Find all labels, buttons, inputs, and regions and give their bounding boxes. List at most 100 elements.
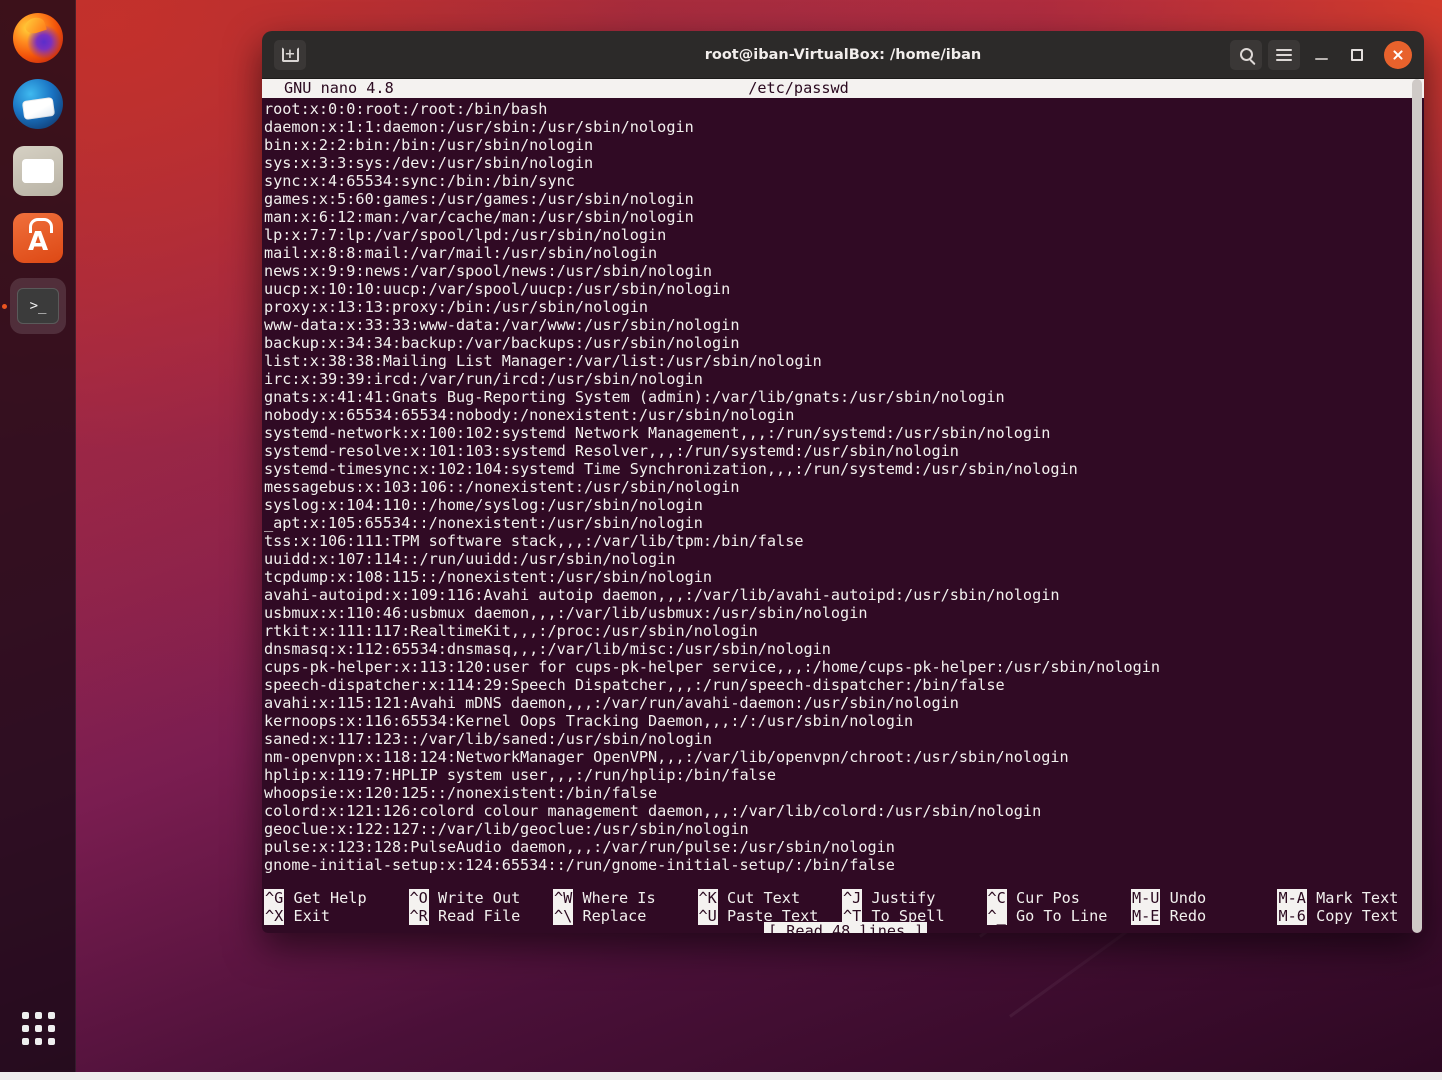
nano-line: speech-dispatcher:x:114:29:Speech Dispat… (264, 676, 1005, 694)
nano-line: systemd-resolve:x:101:103:systemd Resolv… (264, 442, 959, 460)
nano-shortcut-key: M-E (1131, 907, 1161, 925)
nano-shortcut-where-is[interactable]: ^W Where Is (553, 889, 698, 907)
thunderbird-icon (13, 79, 63, 129)
dock-item-thunderbird[interactable] (10, 76, 66, 132)
nano-line: systemd-timesync:x:102:104:systemd Time … (264, 460, 1078, 478)
nano-filename-label: /etc/passwd (748, 79, 849, 97)
nano-shortcut-key: M-6 (1277, 907, 1307, 925)
grid-dot-icon (47, 1011, 55, 1019)
nano-shortcut-label: Undo (1160, 889, 1207, 907)
search-icon (1239, 48, 1253, 61)
nano-version-label: GNU nano 4.8 (284, 79, 394, 97)
nano-shortcut-label: Replace (573, 907, 647, 925)
nano-shortcut-label: Read File (428, 907, 521, 925)
nano-shortcut-label: Redo (1160, 907, 1207, 925)
nano-shortcut-cur-pos[interactable]: ^C Cur Pos (986, 889, 1132, 907)
folder-icon (13, 146, 63, 196)
nano-shortcut-column: ^G Get Help ^X Exit (264, 889, 409, 925)
nano-shortcut-copy-text[interactable]: M-6 Copy Text (1277, 907, 1423, 925)
terminal-icon: >_ (17, 288, 59, 324)
nano-shortcut-column: ^W Where Is ^\ Replace (553, 889, 698, 925)
nano-line: uucp:x:10:10:uucp:/var/spool/uucp:/usr/s… (264, 280, 731, 298)
nano-shortcut-column: ^C Cur Pos ^_ Go To Line (986, 889, 1132, 925)
nano-shortcut-label: Mark Text (1306, 889, 1399, 907)
terminal-window: root@iban-VirtualBox: /home/iban (262, 31, 1424, 933)
terminal-scrollbar[interactable] (1410, 79, 1424, 933)
nano-line: avahi:x:115:121:Avahi mDNS daemon,,,:/va… (264, 694, 959, 712)
nano-shortcut-exit[interactable]: ^X Exit (264, 907, 409, 925)
nano-shortcut-paste-text[interactable]: ^U Paste Text (697, 907, 843, 925)
nano-shortcut-key: M-A (1277, 889, 1307, 907)
nano-shortcut-get-help[interactable]: ^G Get Help (264, 889, 409, 907)
nano-line: messagebus:x:103:106::/nonexistent:/usr/… (264, 478, 740, 496)
nano-line: geoclue:x:122:127::/var/lib/geoclue:/usr… (264, 820, 749, 838)
nano-shortcut-justify[interactable]: ^J Justify (842, 889, 987, 907)
nano-shortcut-column: M-A Mark Text M-6 Copy Text (1277, 889, 1423, 925)
new-tab-button[interactable] (274, 39, 306, 70)
dock-item-terminal[interactable]: >_ (2, 278, 66, 334)
nano-shortcut-undo[interactable]: M-U Undo (1131, 889, 1277, 907)
nano-shortcut-key: ^O (408, 889, 429, 907)
nano-shortcut-key: M-U (1131, 889, 1161, 907)
grid-dot-icon (34, 1024, 42, 1032)
maximize-icon (1351, 48, 1363, 61)
nano-shortcut-column: M-U Undo M-E Redo (1131, 889, 1277, 925)
nano-shortcut-to-spell[interactable]: ^T To Spell (842, 907, 987, 925)
firefox-icon (13, 13, 63, 63)
nano-shortcut-key: ^K (697, 889, 718, 907)
nano-shortcut-go-to-line[interactable]: ^_ Go To Line (986, 907, 1132, 925)
nano-line: kernoops:x:116:65534:Kernel Oops Trackin… (264, 712, 914, 730)
nano-shortcut-label: Where Is (573, 889, 656, 907)
window-titlebar[interactable]: root@iban-VirtualBox: /home/iban (262, 31, 1424, 79)
nano-shortcut-label: Cut Text (717, 889, 801, 907)
nano-line: daemon:x:1:1:daemon:/usr/sbin:/usr/sbin/… (264, 118, 694, 136)
nano-line: proxy:x:13:13:proxy:/bin:/usr/sbin/nolog… (264, 298, 649, 316)
menu-button[interactable] (1268, 39, 1300, 70)
nano-shortcut-label: Copy Text (1306, 907, 1399, 925)
nano-line: sys:x:3:3:sys:/dev:/usr/sbin/nologin (264, 154, 594, 172)
show-applications-button[interactable] (10, 1000, 66, 1056)
nano-shortcut-label: Cur Pos (1006, 889, 1080, 907)
nano-line: systemd-network:x:100:102:systemd Networ… (264, 424, 1051, 442)
ubuntu-software-glyph: A (27, 227, 49, 257)
nano-line: nm-openvpn:x:118:124:NetworkManager Open… (264, 748, 1069, 766)
nano-line: dnsmasq:x:112:65534:dnsmasq,,,:/var/lib/… (264, 640, 831, 658)
nano-line: nobody:x:65534:65534:nobody:/nonexistent… (264, 406, 795, 424)
nano-shortcut-label: Get Help (284, 889, 367, 907)
nano-line: www-data:x:33:33:www-data:/var/www:/usr/… (264, 316, 740, 334)
nano-shortcut-key: ^J (842, 889, 863, 907)
nano-line: irc:x:39:39:ircd:/var/run/ircd:/usr/sbin… (264, 370, 703, 388)
window-controls (1230, 39, 1424, 70)
grid-dot-icon (47, 1024, 55, 1032)
nano-shortcut-column: ^K Cut Text ^U Paste Text (697, 889, 843, 925)
dock: A >_ (0, 0, 76, 1072)
search-button[interactable] (1230, 39, 1262, 70)
nano-line: sync:x:4:65534:sync:/bin:/bin/sync (264, 172, 575, 190)
nano-title-bar: GNU nano 4.8 /etc/passwd (262, 79, 1424, 98)
running-indicator-dot (2, 304, 7, 309)
nano-line: whoopsie:x:120:125::/nonexistent:/bin/fa… (264, 784, 658, 802)
nano-file-content[interactable]: root:x:0:0:root:/root:/bin/bash daemon:x:… (262, 98, 1424, 874)
nano-shortcut-cut-text[interactable]: ^K Cut Text (697, 889, 843, 907)
terminal-body[interactable]: GNU nano 4.8 /etc/passwd root:x:0:0:root… (262, 79, 1424, 933)
minimize-button[interactable] (1306, 40, 1336, 70)
scrollbar-thumb[interactable] (1412, 79, 1422, 933)
nano-shortcut-read-file[interactable]: ^R Read File (408, 907, 554, 925)
maximize-button[interactable] (1342, 40, 1372, 70)
dock-item-firefox[interactable] (10, 10, 66, 66)
nano-line: colord:x:121:126:colord colour managemen… (264, 802, 1042, 820)
nano-shortcut-redo[interactable]: M-E Redo (1131, 907, 1277, 925)
close-button[interactable] (1384, 40, 1412, 69)
terminal-prompt-glyph: >_ (29, 298, 47, 314)
nano-shortcut-label: Write Out (428, 889, 521, 907)
nano-shortcut-key: ^G (264, 889, 285, 907)
nano-shortcut-key: ^_ (986, 907, 1007, 925)
hamburger-menu-icon (1276, 48, 1292, 61)
nano-shortcut-write-out[interactable]: ^O Write Out (408, 889, 554, 907)
grid-dot-icon (21, 1024, 29, 1032)
nano-line: _apt:x:105:65534::/nonexistent:/usr/sbin… (264, 514, 703, 532)
dock-item-files[interactable] (10, 143, 66, 199)
dock-item-ubuntu-software[interactable]: A (10, 210, 66, 266)
nano-shortcut-replace[interactable]: ^\ Replace (553, 907, 698, 925)
nano-shortcut-mark-text[interactable]: M-A Mark Text (1277, 889, 1423, 907)
